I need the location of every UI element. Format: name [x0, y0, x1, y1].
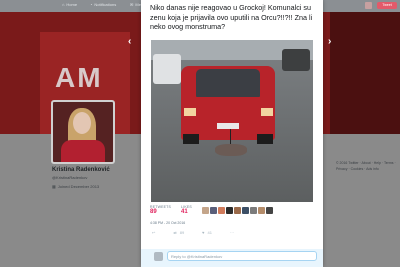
liker-avatar[interactable]	[242, 207, 249, 214]
envelope-icon: ✉	[130, 2, 134, 7]
tweet-text: Niko danas nije reagovao u Grockoj! Komu…	[150, 3, 313, 32]
liker-avatars	[202, 207, 273, 214]
retweets-value: 89	[150, 209, 157, 215]
banner-shade	[330, 12, 400, 134]
liker-avatar[interactable]	[226, 207, 233, 214]
home-icon: ⌂	[62, 2, 65, 7]
heart-icon: ♥	[202, 230, 205, 235]
reply-input[interactable]: Reply to @KristinaRadenkov	[167, 251, 317, 261]
tweet-actions: ↩ ⇄ 89 ♥ 41 ···	[152, 230, 234, 235]
next-tweet-arrow-icon[interactable]: ›	[328, 36, 331, 47]
profile-avatar[interactable]	[51, 100, 115, 164]
previous-tweet-arrow-icon[interactable]: ‹	[128, 36, 131, 47]
nav-home[interactable]: ⌂ Home	[62, 2, 77, 7]
avatar-body	[61, 140, 105, 162]
liker-avatar[interactable]	[266, 207, 273, 214]
photo-wheel-right	[257, 134, 273, 144]
like-action[interactable]: ♥ 41	[202, 230, 212, 235]
photo-car-window	[196, 69, 260, 97]
reply-user-avatar	[154, 252, 163, 261]
nav-notifications[interactable]: ◔ Notifications	[90, 2, 116, 7]
photo-leash	[230, 129, 231, 145]
liker-avatar[interactable]	[258, 207, 265, 214]
tweet-media-photo[interactable]	[151, 40, 313, 202]
profile-handle[interactable]: @KristinaRadenkov	[52, 175, 87, 180]
compose-tweet-button[interactable]: Tweet	[377, 2, 397, 9]
more-icon: ···	[230, 230, 234, 235]
profile-joined-text: Joined December 2013	[57, 184, 100, 189]
liker-avatar[interactable]	[210, 207, 217, 214]
retweet-icon: ⇄	[173, 230, 177, 235]
tweet-stats: RETWEETS 89 LIKES 41	[150, 205, 192, 215]
photo-license-plate	[217, 123, 239, 129]
reply-icon: ↩	[152, 230, 156, 235]
photo-car-light-left	[184, 108, 196, 116]
liker-avatar[interactable]	[218, 207, 225, 214]
photo-car-light-right	[261, 108, 273, 116]
photo-wheel-left	[183, 134, 199, 144]
like-count: 41	[207, 230, 212, 235]
bell-icon: ◔	[90, 2, 93, 7]
retweet-count: 89	[179, 230, 185, 235]
nav-home-label: Home	[66, 2, 78, 7]
liker-avatar[interactable]	[202, 207, 209, 214]
retweets-stat[interactable]: RETWEETS 89	[150, 205, 171, 215]
photo-dark-car	[282, 49, 310, 71]
avatar-face	[73, 112, 91, 134]
likes-stat[interactable]: LIKES 41	[181, 205, 192, 215]
more-action[interactable]: ···	[230, 230, 234, 235]
calendar-icon: ▦	[52, 184, 56, 189]
likes-value: 41	[181, 209, 188, 215]
reply-action[interactable]: ↩	[152, 230, 155, 235]
photo-dog	[215, 144, 247, 156]
account-avatar[interactable]	[365, 2, 372, 9]
profile-joined: ▦ Joined December 2013	[52, 184, 99, 189]
profile-name[interactable]: Kristina Radenković	[52, 167, 110, 173]
liker-avatar[interactable]	[234, 207, 241, 214]
banner-letters: AM	[55, 62, 103, 93]
page-footer[interactable]: © 2016 Twitter · About · Help · Terms · …	[336, 160, 398, 172]
tweet-timestamp: 4:38 PM - 20 Oct 2016	[150, 221, 186, 225]
retweet-action[interactable]: ⇄ 89	[173, 230, 184, 235]
photo-white-car	[153, 54, 181, 84]
liker-avatar[interactable]	[250, 207, 257, 214]
nav-notifications-label: Notifications	[94, 2, 117, 7]
